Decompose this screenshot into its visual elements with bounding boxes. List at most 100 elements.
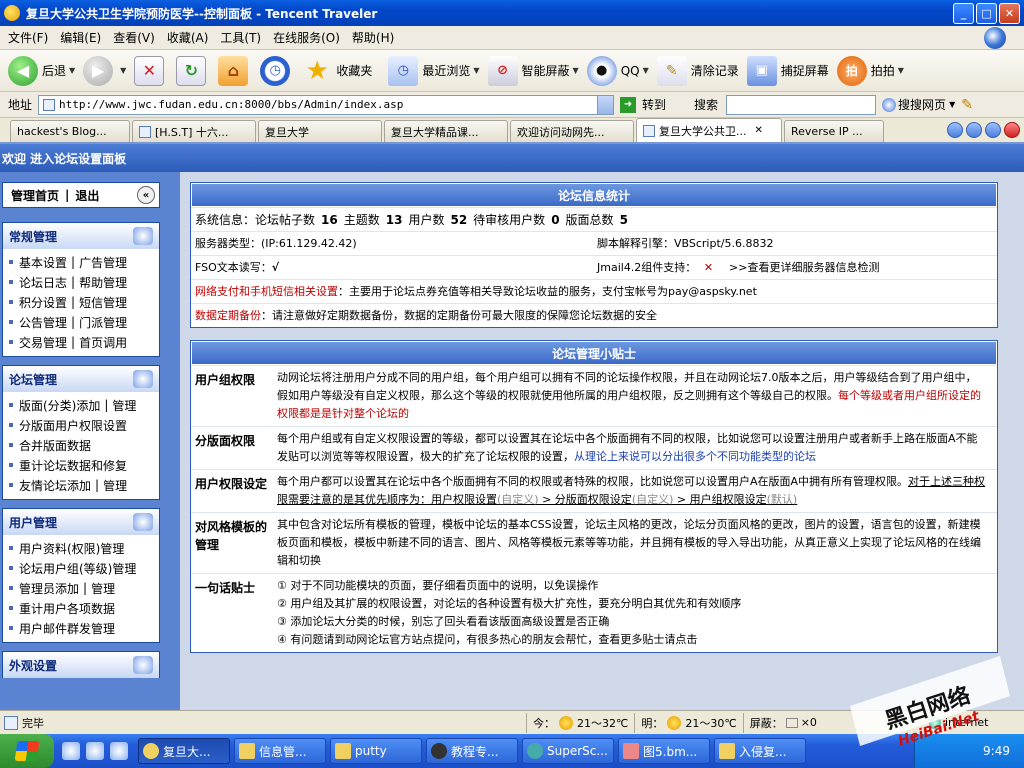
paipai-button[interactable]: 拍 拍拍 ▼ xyxy=(836,53,904,89)
tab-hackest-blog[interactable]: hackest's Blog... xyxy=(10,120,130,142)
recent-button[interactable]: ◷ 最近浏览 ▼ xyxy=(388,53,480,89)
clock[interactable]: 9:49 xyxy=(983,744,1010,758)
forward-button[interactable]: ▶ ▼ xyxy=(83,53,126,89)
clear-history-button[interactable]: ✎ 清除记录 xyxy=(656,53,739,89)
sidebar-link[interactable]: 门派管理 xyxy=(79,314,127,331)
tab-scroll-right-icon[interactable] xyxy=(985,122,1001,138)
sidebar-link[interactable]: 积分设置 xyxy=(19,294,67,311)
sidebar-link[interactable]: 重计论坛数据和修复 xyxy=(19,457,127,474)
task-fudan[interactable]: 复旦大... xyxy=(138,738,230,764)
task-putty[interactable]: putty xyxy=(330,738,422,764)
task-intrusion[interactable]: 入侵复... xyxy=(714,738,806,764)
paipai-dropdown-icon[interactable]: ▼ xyxy=(898,66,904,75)
sidebar-link[interactable]: 管理员添加 xyxy=(19,580,79,597)
tab-fudan[interactable]: 复旦大学 xyxy=(258,120,382,142)
sidebar-link[interactable]: 基本设置 xyxy=(19,254,67,271)
favorites-button[interactable]: ★ 收藏夹 xyxy=(302,53,373,89)
pencil-icon[interactable]: ✎ xyxy=(961,97,973,113)
tab-close-icon[interactable]: ✕ xyxy=(755,125,763,136)
tab-scroll-left-icon[interactable] xyxy=(947,122,963,138)
url-dropdown-icon[interactable] xyxy=(597,95,614,114)
sidebar-link[interactable]: 首页调用 xyxy=(79,334,127,351)
quicklaunch-ie-icon[interactable] xyxy=(86,742,104,760)
go-button[interactable]: 转到 xyxy=(642,96,666,113)
smart-block-button[interactable]: ⊘ 智能屏蔽 ▼ xyxy=(487,53,579,89)
task-info-manager[interactable]: 信息管... xyxy=(234,738,326,764)
tab-fudan-public-health[interactable]: 复旦大学公共卫... ✕ xyxy=(636,118,782,142)
quicklaunch-browser-icon[interactable] xyxy=(62,742,80,760)
server-detail-link[interactable]: >>查看更详细服务器信息检测 xyxy=(729,261,879,274)
history-button[interactable]: ◷ xyxy=(260,53,294,89)
task-image5[interactable]: 图5.bm... xyxy=(618,738,710,764)
search-web-icon[interactable] xyxy=(882,97,897,112)
home-button[interactable]: ⌂ xyxy=(218,53,252,89)
qq-button[interactable]: ● QQ ▼ xyxy=(586,53,649,89)
menu-view[interactable]: 查看(V) xyxy=(113,29,155,46)
sidebar-link[interactable]: 论坛日志 xyxy=(19,274,67,291)
tab-hst[interactable]: [H.S.T] 十六... xyxy=(132,120,256,142)
capture-screen-button[interactable]: ▣ 捕捉屏幕 xyxy=(746,53,829,89)
sidebar-link[interactable]: 友情论坛添加 xyxy=(19,477,91,494)
sidebar-link[interactable]: 管理 xyxy=(91,580,115,597)
logout-link[interactable]: 退出 xyxy=(75,187,99,204)
collapse-sidebar-icon[interactable]: « xyxy=(137,186,155,204)
menu-help[interactable]: 帮助(H) xyxy=(352,29,394,46)
menu-file[interactable]: 文件(F) xyxy=(8,29,48,46)
backup-link[interactable]: 数据定期备份 xyxy=(195,307,261,325)
task-tutorial[interactable]: 教程专... xyxy=(426,738,518,764)
search-input[interactable] xyxy=(726,94,877,115)
back-dropdown-icon[interactable]: ▼ xyxy=(69,66,75,75)
sidebar-link[interactable]: 短信管理 xyxy=(79,294,127,311)
search-dropdown-icon[interactable]: ▼ xyxy=(949,100,955,109)
smart-block-dropdown-icon[interactable]: ▼ xyxy=(573,66,579,75)
forward-dropdown-icon[interactable]: ▼ xyxy=(120,66,126,75)
sidebar-link[interactable]: 版面(分类)添加 xyxy=(19,397,100,414)
stop-button[interactable]: ✕ xyxy=(134,53,168,89)
sidebar-link[interactable]: 用户资料(权限)管理 xyxy=(19,540,124,557)
refresh-button[interactable]: ↻ xyxy=(176,53,210,89)
search-web-button[interactable]: 搜搜网页 xyxy=(898,96,946,113)
minimize-button[interactable]: _ xyxy=(953,3,974,24)
sidebar-link[interactable]: 广告管理 xyxy=(79,254,127,271)
recent-dropdown-icon[interactable]: ▼ xyxy=(473,66,479,75)
menu-online[interactable]: 在线服务(O) xyxy=(273,29,340,46)
sidebar-section-title[interactable]: 论坛管理 xyxy=(3,366,159,392)
sidebar-link[interactable]: 帮助管理 xyxy=(79,274,127,291)
sidebar-section-title[interactable]: 用户管理 xyxy=(3,509,159,535)
sidebar-section-title[interactable]: 常规管理 xyxy=(3,223,159,249)
block-counter[interactable]: 屏蔽： ×0 xyxy=(742,712,823,733)
close-tab-icon[interactable] xyxy=(1004,122,1020,138)
sidebar-link[interactable]: 管理 xyxy=(112,397,136,414)
start-button[interactable] xyxy=(0,734,54,768)
back-button[interactable]: ◀ 后退 ▼ xyxy=(8,53,75,89)
sidebar-link[interactable]: 论坛用户组(等级)管理 xyxy=(19,560,136,577)
browser-logo-icon xyxy=(984,27,1006,49)
go-arrow-icon[interactable]: ➜ xyxy=(620,96,637,113)
window-titlebar[interactable]: 复旦大学公共卫生学院预防医学--控制面板 - Tencent Traveler … xyxy=(0,0,1024,26)
qq-dropdown-icon[interactable]: ▼ xyxy=(643,66,649,75)
menu-edit[interactable]: 编辑(E) xyxy=(60,29,101,46)
close-button[interactable]: ✕ xyxy=(999,3,1020,24)
menu-favorites[interactable]: 收藏(A) xyxy=(167,29,209,46)
quicklaunch-desktop-icon[interactable] xyxy=(110,742,128,760)
maximize-button[interactable]: □ xyxy=(976,3,997,24)
sidebar-link[interactable]: 管理 xyxy=(103,477,127,494)
tab-reverse-ip[interactable]: Reverse IP ... xyxy=(784,120,884,142)
task-superscan[interactable]: SuperSc... xyxy=(522,738,614,764)
tip-item[interactable]: ④ 有问题请到动网论坛官方站点提问，有很多热心的朋友会帮忙，查看更多贴士请点击 xyxy=(277,631,987,649)
url-input[interactable]: http://www.jwc.fudan.edu.cn:8000/bbs/Adm… xyxy=(38,94,615,115)
sidebar-link[interactable]: 用户邮件群发管理 xyxy=(19,620,115,637)
admin-home-link[interactable]: 管理首页 xyxy=(11,187,59,204)
sidebar-link[interactable]: 交易管理 xyxy=(19,334,67,351)
paipai-label: 拍拍 xyxy=(870,64,895,78)
tab-dvbbs-welcome[interactable]: 欢迎访问动网先... xyxy=(510,120,634,142)
payment-settings-link[interactable]: 网络支付和手机短信相关设置 xyxy=(195,283,338,301)
sidebar-link[interactable]: 公告管理 xyxy=(19,314,67,331)
sidebar-link[interactable]: 分版面用户权限设置 xyxy=(19,417,127,434)
sidebar-link[interactable]: 重计用户各项数据 xyxy=(19,600,115,617)
menu-tools[interactable]: 工具(T) xyxy=(220,29,261,46)
sidebar-section-title[interactable]: 外观设置 xyxy=(3,652,159,678)
tab-fudan-courses[interactable]: 复旦大学精品课... xyxy=(384,120,508,142)
sidebar-link[interactable]: 合并版面数据 xyxy=(19,437,91,454)
tab-list-icon[interactable] xyxy=(966,122,982,138)
